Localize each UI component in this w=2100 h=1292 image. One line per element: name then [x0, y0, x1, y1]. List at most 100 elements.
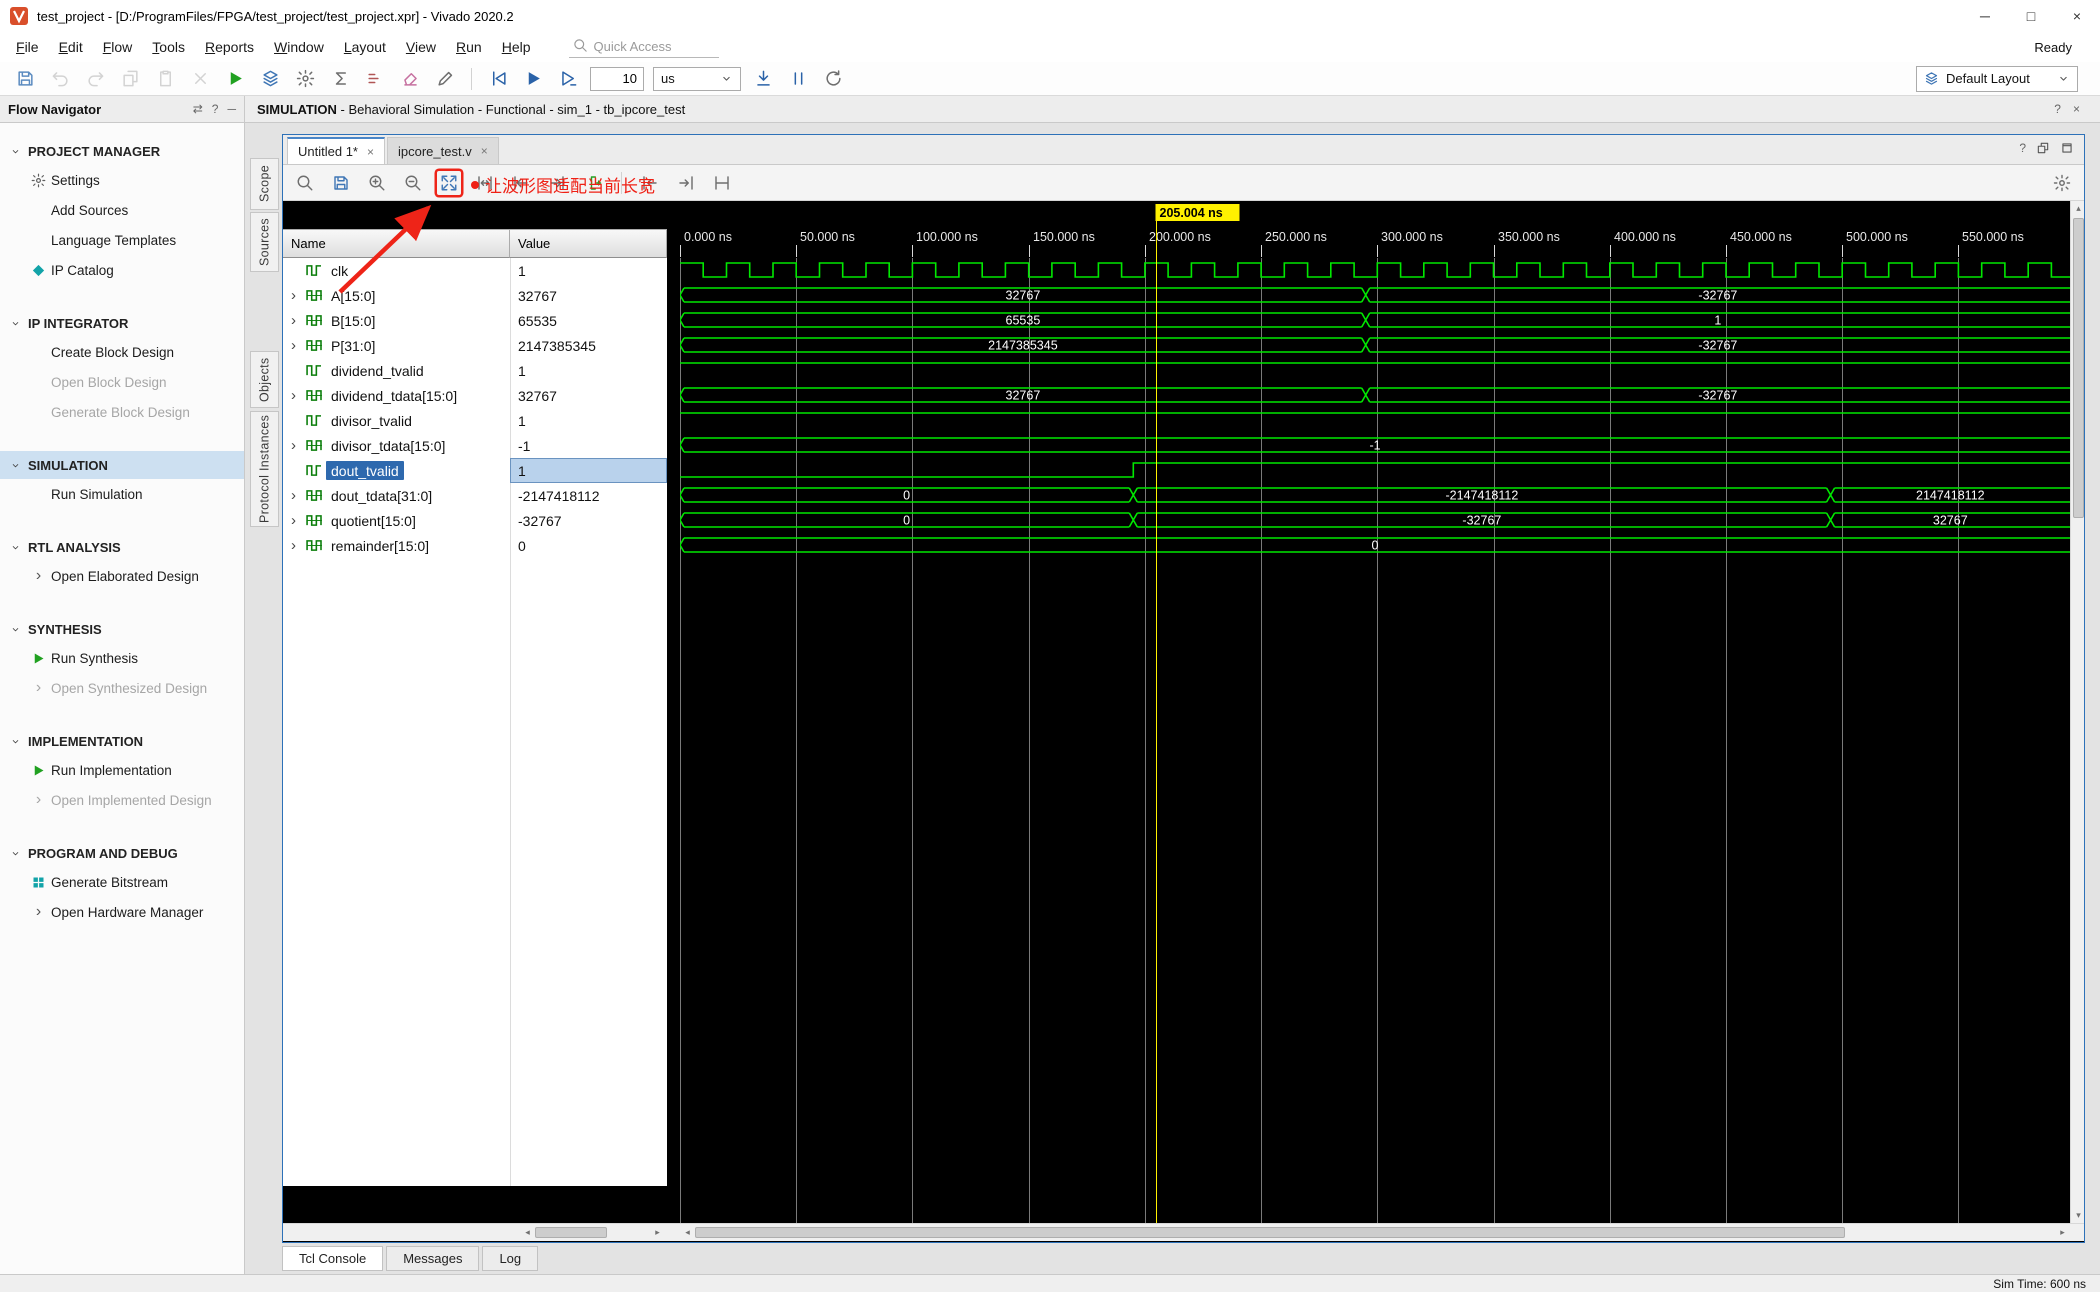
expand-arrow-icon[interactable]: ›	[291, 488, 303, 503]
flow-item-run-implementation[interactable]: Run Implementation	[0, 755, 244, 785]
flow-item-settings[interactable]: Settings	[0, 165, 244, 195]
name-column-header[interactable]: Name	[283, 229, 510, 258]
scroll-left-icon[interactable]: ◂	[520, 1227, 535, 1238]
signal-row-clk[interactable]: clk	[283, 258, 510, 283]
zoom-fit-button[interactable]	[437, 171, 461, 195]
flow-section-header-synthesis[interactable]: SYNTHESIS	[0, 615, 244, 643]
scroll-up-icon[interactable]: ▴	[2071, 201, 2084, 216]
sum-button[interactable]	[327, 66, 353, 92]
console-tab-tcl-console[interactable]: Tcl Console	[282, 1246, 384, 1271]
wave-horizontal-scrollbar[interactable]: ◂ ▸	[680, 1225, 2070, 1240]
context-help-icon[interactable]: ?	[2054, 102, 2061, 116]
close-tab-icon[interactable]: ×	[367, 145, 374, 159]
menu-item-tools[interactable]: Tools	[142, 34, 195, 60]
signal-row-quotient-15-0[interactable]: › quotient[15:0]	[283, 508, 510, 533]
flow-section-header-simulation[interactable]: SIMULATION	[0, 451, 244, 479]
menu-item-flow[interactable]: Flow	[93, 34, 143, 60]
step-button[interactable]	[750, 66, 776, 92]
float-window-icon[interactable]	[2036, 141, 2050, 155]
scroll-thumb[interactable]	[535, 1227, 607, 1238]
flow-section-header-program-and-debug[interactable]: PROGRAM AND DEBUG	[0, 839, 244, 867]
flow-section-header-implementation[interactable]: IMPLEMENTATION	[0, 727, 244, 755]
signal-row-p-31-0[interactable]: › P[31:0]	[283, 333, 510, 358]
save-project-button[interactable]	[12, 66, 38, 92]
flow-item-run-simulation[interactable]: Run Simulation	[0, 479, 244, 509]
scroll-down-icon[interactable]: ▾	[2071, 1208, 2084, 1223]
menu-item-help[interactable]: Help	[492, 34, 541, 60]
close-tab-icon[interactable]: ×	[481, 144, 488, 158]
restart-simulation-button[interactable]	[485, 66, 511, 92]
close-button[interactable]: ×	[2054, 0, 2100, 32]
flow-item-open-elaborated-design[interactable]: › Open Elaborated Design	[0, 561, 244, 591]
side-tab-scope[interactable]: Scope	[250, 158, 279, 210]
flow-section-header-rtl-analysis[interactable]: RTL ANALYSIS	[0, 533, 244, 561]
expand-arrow-icon[interactable]: ›	[291, 338, 303, 353]
minimize-button[interactable]: ─	[1962, 0, 2008, 32]
flow-item-add-sources[interactable]: Add Sources	[0, 195, 244, 225]
name-horizontal-scrollbar[interactable]: ◂ ▸	[520, 1226, 665, 1239]
copy-button[interactable]	[117, 66, 143, 92]
run-button[interactable]	[222, 66, 248, 92]
maximize-button[interactable]: □	[2008, 0, 2054, 32]
expand-arrow-icon[interactable]: ›	[291, 438, 303, 453]
editor-tab-ipcore-test-v[interactable]: ipcore_test.v ×	[387, 137, 499, 164]
expand-arrow-icon[interactable]: ›	[291, 538, 303, 553]
flow-item-open-synthesized-design[interactable]: › Open Synthesized Design	[0, 673, 244, 703]
signal-row-divisor-tvalid[interactable]: divisor_tvalid	[283, 408, 510, 433]
delete-button[interactable]	[187, 66, 213, 92]
run-time-input[interactable]	[590, 66, 644, 91]
clean-button[interactable]	[397, 66, 423, 92]
menu-item-view[interactable]: View	[396, 34, 446, 60]
flow-item-open-hardware-manager[interactable]: › Open Hardware Manager	[0, 897, 244, 927]
add-marker-button[interactable]	[581, 171, 605, 195]
expand-arrow-icon[interactable]: ›	[291, 313, 303, 328]
column-sash[interactable]	[667, 201, 680, 1242]
undo-button[interactable]	[47, 66, 73, 92]
signal-row-b-15-0[interactable]: › B[15:0]	[283, 308, 510, 333]
menu-item-edit[interactable]: Edit	[49, 34, 93, 60]
signal-row-dout-tvalid[interactable]: dout_tvalid	[283, 458, 510, 483]
signal-row-divisor-tdata-15-0[interactable]: › divisor_tdata[15:0]	[283, 433, 510, 458]
breakpoint-button[interactable]	[362, 66, 388, 92]
save-waveform-button[interactable]	[329, 171, 353, 195]
next-transition-button[interactable]	[545, 171, 569, 195]
signal-row-dividend-tdata-15-0[interactable]: › dividend_tdata[15:0]	[283, 383, 510, 408]
maximize-window-icon[interactable]	[2060, 141, 2074, 155]
expand-arrow-icon[interactable]: ›	[291, 513, 303, 528]
previous-transition-button[interactable]	[509, 171, 533, 195]
wave-vertical-scrollbar[interactable]: ▴ ▾	[2070, 201, 2084, 1223]
console-tab-log[interactable]: Log	[482, 1246, 539, 1271]
paste-button[interactable]	[152, 66, 178, 92]
relaunch-simulation-button[interactable]	[820, 66, 846, 92]
value-column-header[interactable]: Value	[510, 229, 667, 258]
expand-arrow-icon[interactable]: ›	[291, 388, 303, 403]
context-close-icon[interactable]: ×	[2073, 102, 2080, 116]
signal-row-a-15-0[interactable]: › A[15:0]	[283, 283, 510, 308]
zoom-in-button[interactable]	[365, 171, 389, 195]
cursor-time-flag[interactable]: 205.004 ns	[1155, 204, 1240, 221]
menu-item-layout[interactable]: Layout	[334, 34, 396, 60]
flow-section-header-project-manager[interactable]: PROJECT MANAGER	[0, 137, 244, 165]
find-button[interactable]	[293, 171, 317, 195]
flow-nav-help-icon[interactable]: ?	[212, 102, 219, 116]
layout-select[interactable]: Default Layout	[1916, 65, 2078, 92]
menu-item-file[interactable]: File	[6, 34, 49, 60]
wave-help-icon[interactable]: ?	[2019, 141, 2026, 155]
flow-nav-collapse-icon[interactable]: ⇄	[193, 102, 203, 116]
flow-item-ip-catalog[interactable]: IP Catalog	[0, 255, 244, 285]
scroll-thumb[interactable]	[2073, 218, 2084, 518]
run-for-button[interactable]	[555, 66, 581, 92]
console-tab-messages[interactable]: Messages	[386, 1246, 480, 1271]
side-tab-sources[interactable]: Sources	[250, 212, 279, 272]
signal-row-remainder-15-0[interactable]: › remainder[15:0]	[283, 533, 510, 558]
scroll-thumb[interactable]	[695, 1227, 1845, 1238]
swap-cursor-button[interactable]	[710, 171, 734, 195]
signal-row-dividend-tvalid[interactable]: dividend_tvalid	[283, 358, 510, 383]
zoom-to-cursor-button[interactable]	[473, 171, 497, 195]
scroll-right-icon[interactable]: ▸	[650, 1227, 665, 1238]
flow-item-language-templates[interactable]: Language Templates	[0, 225, 244, 255]
expand-arrow-icon[interactable]: ›	[291, 288, 303, 303]
time-unit-select[interactable]: us	[653, 66, 741, 91]
flow-item-open-block-design[interactable]: Open Block Design	[0, 367, 244, 397]
flow-item-create-block-design[interactable]: Create Block Design	[0, 337, 244, 367]
